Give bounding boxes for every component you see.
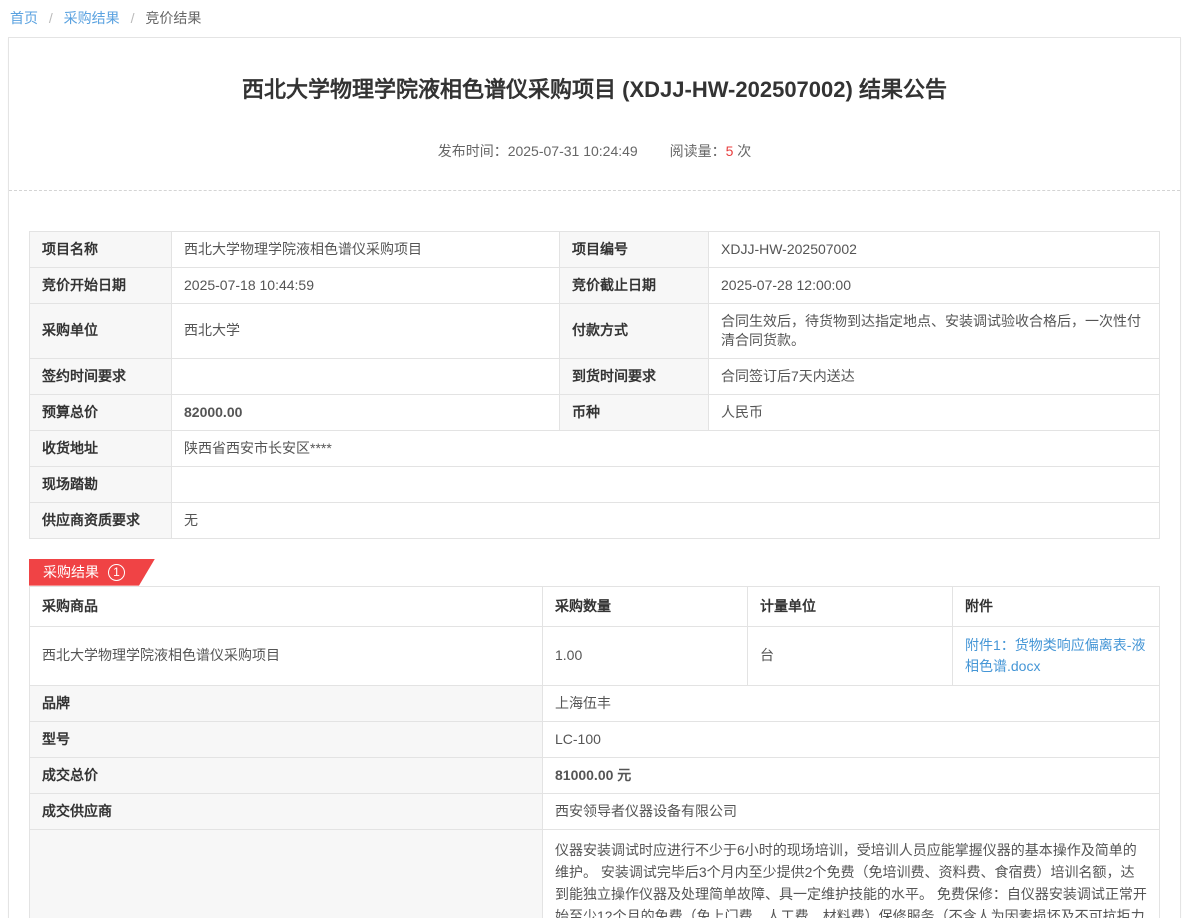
info-label-delivery-time: 到货时间要求 [560, 358, 709, 394]
publish-info: 发布时间：2025-07-31 10:24:49 阅读量：5 次 [9, 141, 1180, 161]
info-value-payment-method: 合同生效后，待货物到达指定地点、安装调试验收合格后，一次性付清合同货款。 [709, 303, 1160, 358]
result-unit: 台 [748, 626, 953, 685]
column-header-product: 采购商品 [30, 586, 543, 626]
info-value-bid-end: 2025-07-28 12:00:00 [709, 267, 1160, 303]
info-value-supplier-qualification: 无 [172, 502, 1160, 538]
detail-value-winning-supplier: 西安领导者仪器设备有限公司 [543, 793, 1160, 829]
table-row: 预算总价 82000.00 币种 人民币 [30, 394, 1160, 430]
views-unit: 次 [737, 143, 751, 159]
breadcrumb-current: 竞价结果 [145, 10, 201, 26]
table-row: 收货地址 陕西省西安市长安区**** [30, 430, 1160, 466]
info-value-bid-start: 2025-07-18 10:44:59 [172, 267, 560, 303]
title-section: 西北大学物理学院液相色谱仪采购项目 (XDJJ-HW-202507002) 结果… [9, 38, 1180, 191]
info-value-project-name: 西北大学物理学院液相色谱仪采购项目 [172, 231, 560, 267]
content-area: 项目名称 西北大学物理学院液相色谱仪采购项目 项目编号 XDJJ-HW-2025… [9, 191, 1180, 918]
info-value-signing-time [172, 358, 560, 394]
result-count-badge: 1 [108, 564, 125, 581]
detail-label-model: 型号 [30, 721, 543, 757]
info-label-purchasing-unit: 采购单位 [30, 303, 172, 358]
result-product-name: 西北大学物理学院液相色谱仪采购项目 [30, 626, 543, 685]
column-header-quantity: 采购数量 [543, 586, 748, 626]
info-label-project-number: 项目编号 [560, 231, 709, 267]
breadcrumb-separator: / [49, 10, 53, 26]
table-header-row: 采购商品 采购数量 计量单位 附件 [30, 586, 1160, 626]
publish-time-label: 发布时间： [438, 143, 508, 159]
table-row: 采购单位 西北大学 付款方式 合同生效后，待货物到达指定地点、安装调试验收合格后… [30, 303, 1160, 358]
info-value-currency: 人民币 [709, 394, 1160, 430]
info-label-project-name: 项目名称 [30, 231, 172, 267]
views-count: 5 [726, 143, 734, 159]
column-header-attachment: 附件 [953, 586, 1160, 626]
views-label: 阅读量： [670, 143, 726, 159]
info-label-currency: 币种 [560, 394, 709, 430]
info-label-bid-start: 竞价开始日期 [30, 267, 172, 303]
breadcrumb-home-link[interactable]: 首页 [10, 10, 38, 26]
detail-label-final-price: 成交总价 [30, 757, 543, 793]
table-row: 质保及售后服务 仪器安装调试时应进行不少于6小时的现场培训，受培训人员应能掌握仪… [30, 829, 1160, 918]
info-label-bid-end: 竞价截止日期 [560, 267, 709, 303]
info-label-budget-total: 预算总价 [30, 394, 172, 430]
procurement-result-badge: 采购结果 1 [29, 559, 155, 586]
table-row: 品牌 上海伍丰 [30, 685, 1160, 721]
table-row: 成交总价 81000.00 元 [30, 757, 1160, 793]
project-info-table: 项目名称 西北大学物理学院液相色谱仪采购项目 项目编号 XDJJ-HW-2025… [29, 231, 1160, 539]
table-row: 签约时间要求 到货时间要求 合同签订后7天内送达 [30, 358, 1160, 394]
info-value-project-number: XDJJ-HW-202507002 [709, 231, 1160, 267]
procurement-result-badge-label: 采购结果 [43, 564, 99, 581]
result-quantity: 1.00 [543, 626, 748, 685]
info-value-delivery-time: 合同签订后7天内送达 [709, 358, 1160, 394]
detail-value-brand: 上海伍丰 [543, 685, 1160, 721]
info-label-site-survey: 现场踏勘 [30, 466, 172, 502]
breadcrumb-procurement-results-link[interactable]: 采购结果 [64, 10, 120, 26]
info-label-signing-time: 签约时间要求 [30, 358, 172, 394]
table-row: 西北大学物理学院液相色谱仪采购项目 1.00 台 附件1：货物类响应偏离表-液相… [30, 626, 1160, 685]
page-title: 西北大学物理学院液相色谱仪采购项目 (XDJJ-HW-202507002) 结果… [9, 76, 1180, 105]
detail-label-brand: 品牌 [30, 685, 543, 721]
breadcrumb-separator: / [131, 10, 135, 26]
info-label-shipping-address: 收货地址 [30, 430, 172, 466]
info-value-budget-total: 82000.00 [172, 394, 560, 430]
detail-label-winning-supplier: 成交供应商 [30, 793, 543, 829]
table-row: 竞价开始日期 2025-07-18 10:44:59 竞价截止日期 2025-0… [30, 267, 1160, 303]
procurement-result-table: 采购商品 采购数量 计量单位 附件 西北大学物理学院液相色谱仪采购项目 1.00… [29, 586, 1160, 918]
table-row: 现场踏勘 [30, 466, 1160, 502]
column-header-unit: 计量单位 [748, 586, 953, 626]
detail-value-final-price: 81000.00 元 [543, 757, 1160, 793]
announcement-card: 西北大学物理学院液相色谱仪采购项目 (XDJJ-HW-202507002) 结果… [8, 37, 1181, 918]
table-row: 成交供应商 西安领导者仪器设备有限公司 [30, 793, 1160, 829]
info-value-site-survey [172, 466, 1160, 502]
result-section: 采购结果 1 [29, 559, 1160, 586]
info-value-purchasing-unit: 西北大学 [172, 303, 560, 358]
detail-value-model: LC-100 [543, 721, 1160, 757]
detail-value-warranty-service: 仪器安装调试时应进行不少于6小时的现场培训，受培训人员应能掌握仪器的基本操作及简… [543, 829, 1160, 918]
table-row: 型号 LC-100 [30, 721, 1160, 757]
table-row: 项目名称 西北大学物理学院液相色谱仪采购项目 项目编号 XDJJ-HW-2025… [30, 231, 1160, 267]
info-value-shipping-address: 陕西省西安市长安区**** [172, 430, 1160, 466]
detail-label-warranty-service: 质保及售后服务 [30, 829, 543, 918]
publish-time-value: 2025-07-31 10:24:49 [508, 143, 638, 159]
info-label-payment-method: 付款方式 [560, 303, 709, 358]
breadcrumb: 首页 / 采购结果 / 竞价结果 [0, 0, 1189, 37]
table-row: 供应商资质要求 无 [30, 502, 1160, 538]
info-label-supplier-qualification: 供应商资质要求 [30, 502, 172, 538]
attachment-link[interactable]: 附件1：货物类响应偏离表-液相色谱.docx [965, 635, 1147, 677]
